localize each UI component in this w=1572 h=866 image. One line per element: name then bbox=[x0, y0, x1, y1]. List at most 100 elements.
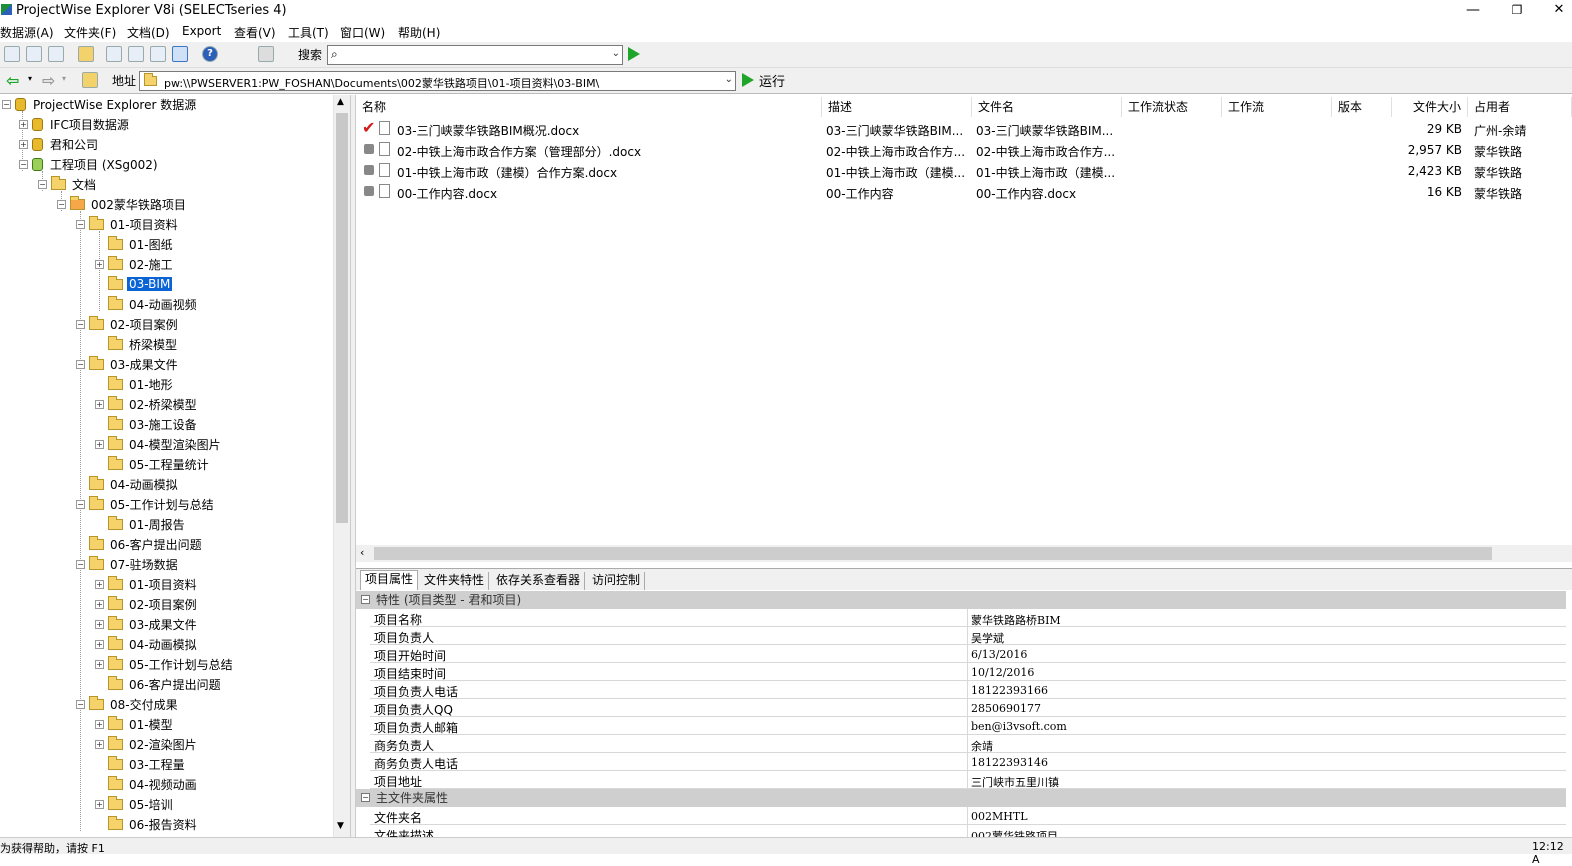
tree-item-folder[interactable]: 03-BIM bbox=[95, 275, 173, 293]
collapse-icon[interactable]: − bbox=[361, 793, 370, 802]
expand-icon[interactable]: + bbox=[95, 599, 104, 609]
print-icon[interactable] bbox=[78, 46, 94, 62]
document-row[interactable]: ✔ 03-三门峡蒙华铁路BIM概况.docx 03-三门峡蒙华铁路BIM... … bbox=[356, 118, 1572, 140]
tree-item-folder[interactable]: 06-报告资料 bbox=[95, 815, 199, 833]
tab-folder-properties[interactable]: 文件夹特性 bbox=[420, 572, 490, 591]
property-value[interactable]: 10/12/2016 bbox=[971, 666, 1034, 679]
column-header-description[interactable]: 描述 bbox=[822, 97, 972, 117]
tree-item-folder[interactable]: +02-项目案例 bbox=[95, 595, 199, 613]
help-icon[interactable]: ? bbox=[202, 46, 218, 62]
column-header-version[interactable]: 版本 bbox=[1332, 97, 1392, 117]
checkin-icon[interactable] bbox=[26, 46, 42, 62]
tree-item-folder[interactable]: 01-地形 bbox=[95, 375, 175, 393]
tree-item-folder[interactable]: +01-项目资料 bbox=[95, 575, 199, 593]
tree-item-folder[interactable]: −01-项目资料 bbox=[76, 215, 180, 233]
property-row[interactable]: 项目名称 蒙华铁路路桥BIM bbox=[370, 609, 1566, 627]
property-row[interactable]: 项目地址 三门峡市五里川镇 bbox=[370, 771, 1566, 789]
back-dropdown-icon[interactable]: ▾ bbox=[28, 74, 32, 83]
tree-item-datasource[interactable]: + 君和公司 bbox=[19, 135, 100, 153]
tree-item-folder[interactable]: 06-客户提出问题 bbox=[95, 675, 223, 693]
tree-item-folder[interactable]: +01-模型 bbox=[95, 715, 175, 733]
tree-item-folder[interactable]: +02-渲染图片 bbox=[95, 735, 199, 753]
property-value[interactable]: 18122393166 bbox=[971, 684, 1048, 697]
forward-arrow-icon[interactable]: ⇨ bbox=[42, 71, 55, 90]
tree-scrollbar[interactable]: ▲ ▼ bbox=[333, 95, 350, 837]
tree-item-folder[interactable]: 04-动画视频 bbox=[95, 295, 199, 313]
address-combo[interactable]: pw:\\PWSERVER1:PW_FOSHAN\Documents\002蒙华… bbox=[139, 71, 736, 91]
property-value[interactable]: 吴学斌 bbox=[971, 630, 1004, 646]
tree-item-folder[interactable]: 03-施工设备 bbox=[95, 415, 199, 433]
collapse-icon[interactable]: − bbox=[76, 319, 85, 329]
tree-item-folder[interactable]: 04-视频动画 bbox=[95, 775, 199, 793]
tree-item-datasource[interactable]: − 工程项目 (XSg002) bbox=[19, 155, 160, 173]
menu-folder[interactable]: 文件夹(F) bbox=[64, 24, 116, 41]
expand-icon[interactable]: + bbox=[95, 639, 104, 649]
collapse-icon[interactable]: − bbox=[76, 359, 85, 369]
collapse-icon[interactable]: − bbox=[76, 559, 85, 569]
minimize-button[interactable]: — bbox=[1450, 0, 1496, 22]
address-input[interactable]: pw:\\PWSERVER1:PW_FOSHAN\Documents\002蒙华… bbox=[164, 75, 599, 91]
menu-tools[interactable]: 工具(T) bbox=[288, 24, 329, 41]
tree-item-folder[interactable]: −05-工作计划与总结 bbox=[76, 495, 216, 513]
tree-item-folder[interactable]: +05-培训 bbox=[95, 795, 175, 813]
property-value[interactable]: 蒙华铁路路桥BIM bbox=[971, 612, 1061, 628]
menu-document[interactable]: 文档(D) bbox=[127, 24, 170, 41]
search-combo[interactable]: ⌕ ⌄ bbox=[327, 45, 623, 65]
expand-icon[interactable]: + bbox=[95, 579, 104, 589]
tree-item-folder[interactable]: +04-动画模拟 bbox=[95, 635, 199, 653]
menu-window[interactable]: 窗口(W) bbox=[340, 24, 385, 41]
list-horizontal-scrollbar[interactable]: ‹ bbox=[356, 545, 1572, 562]
tree-item-folder[interactable]: +05-工作计划与总结 bbox=[95, 655, 235, 673]
scroll-down-icon[interactable]: ▼ bbox=[337, 821, 344, 831]
column-header-workflow-state[interactable]: 工作流状态 bbox=[1122, 97, 1222, 117]
tree-item-folder[interactable]: +02-施工 bbox=[95, 255, 175, 273]
column-header-name[interactable]: 名称 bbox=[356, 97, 822, 117]
tree-view-icon[interactable] bbox=[128, 46, 144, 62]
menu-datasource[interactable]: 数据源(A) bbox=[0, 24, 54, 41]
tree-item-folder[interactable]: 01-图纸 bbox=[95, 235, 175, 253]
document-row[interactable]: 02-中铁上海市政合作方案（管理部分）.docx 02-中铁上海市政合作方...… bbox=[356, 140, 1572, 161]
property-row[interactable]: 项目开始时间 6/13/2016 bbox=[370, 645, 1566, 663]
copy-icon[interactable] bbox=[106, 46, 122, 62]
tree-item-datasource[interactable]: + IFC项目数据源 bbox=[19, 115, 131, 133]
collapse-icon[interactable]: − bbox=[361, 595, 370, 604]
property-value[interactable]: 002蒙华铁路项目 bbox=[971, 828, 1058, 837]
tree-item-folder[interactable]: −08-交付成果 bbox=[76, 695, 180, 713]
menu-export[interactable]: Export bbox=[182, 24, 221, 38]
close-button[interactable]: ✕ bbox=[1536, 0, 1572, 22]
tree-item-project[interactable]: − 002蒙华铁路项目 bbox=[57, 195, 188, 213]
expand-icon[interactable]: + bbox=[95, 659, 104, 669]
expand-icon[interactable]: + bbox=[95, 619, 104, 629]
property-value[interactable]: 三门峡市五里川镇 bbox=[971, 774, 1059, 790]
tree-item-folder[interactable]: −07-驻场数据 bbox=[76, 555, 180, 573]
tab-dependency-viewer[interactable]: 依存关系查看器 bbox=[492, 572, 586, 591]
restore-button[interactable]: ❐ bbox=[1494, 0, 1540, 22]
expand-icon[interactable]: + bbox=[95, 739, 104, 749]
tab-project-properties[interactable]: 项目属性 bbox=[360, 570, 419, 591]
property-row[interactable]: 项目负责人电话 18122393166 bbox=[370, 681, 1566, 699]
tree-item-folder[interactable]: 01-周报告 bbox=[95, 515, 187, 533]
property-row[interactable]: 项目负责人邮箱 ben@i3vsoft.com bbox=[370, 717, 1566, 735]
property-value[interactable]: 2850690177 bbox=[971, 702, 1041, 715]
property-value[interactable]: ben@i3vsoft.com bbox=[971, 720, 1067, 733]
chevron-down-icon[interactable]: ⌄ bbox=[725, 74, 733, 85]
run-button[interactable]: 运行 bbox=[759, 71, 785, 90]
tree-scroll-thumb[interactable] bbox=[336, 113, 348, 523]
property-row[interactable]: 文件夹描述 002蒙华铁路项目 bbox=[370, 825, 1566, 837]
column-header-workflow[interactable]: 工作流 bbox=[1222, 97, 1332, 117]
property-group-header[interactable]: − 特性 (项目类型 - 君和项目) bbox=[356, 591, 1566, 609]
collapse-icon[interactable]: − bbox=[76, 499, 85, 509]
expand-icon[interactable]: + bbox=[95, 799, 104, 809]
list-scroll-thumb[interactable] bbox=[374, 547, 1492, 560]
expand-icon[interactable]: + bbox=[95, 259, 104, 269]
collapse-icon[interactable]: − bbox=[76, 219, 85, 229]
checkout-icon[interactable] bbox=[48, 46, 64, 62]
tree-item-folder[interactable]: 06-客户提出问题 bbox=[76, 535, 204, 553]
property-row[interactable]: 项目负责人QQ 2850690177 bbox=[370, 699, 1566, 717]
tree-item-folder[interactable]: −02-项目案例 bbox=[76, 315, 180, 333]
expand-icon[interactable]: + bbox=[95, 439, 104, 449]
tree-item-folder[interactable]: 桥梁模型 bbox=[95, 335, 179, 353]
find-binoculars-icon[interactable] bbox=[258, 46, 274, 62]
expand-icon[interactable]: + bbox=[95, 719, 104, 729]
list-view-icon[interactable] bbox=[150, 46, 166, 62]
